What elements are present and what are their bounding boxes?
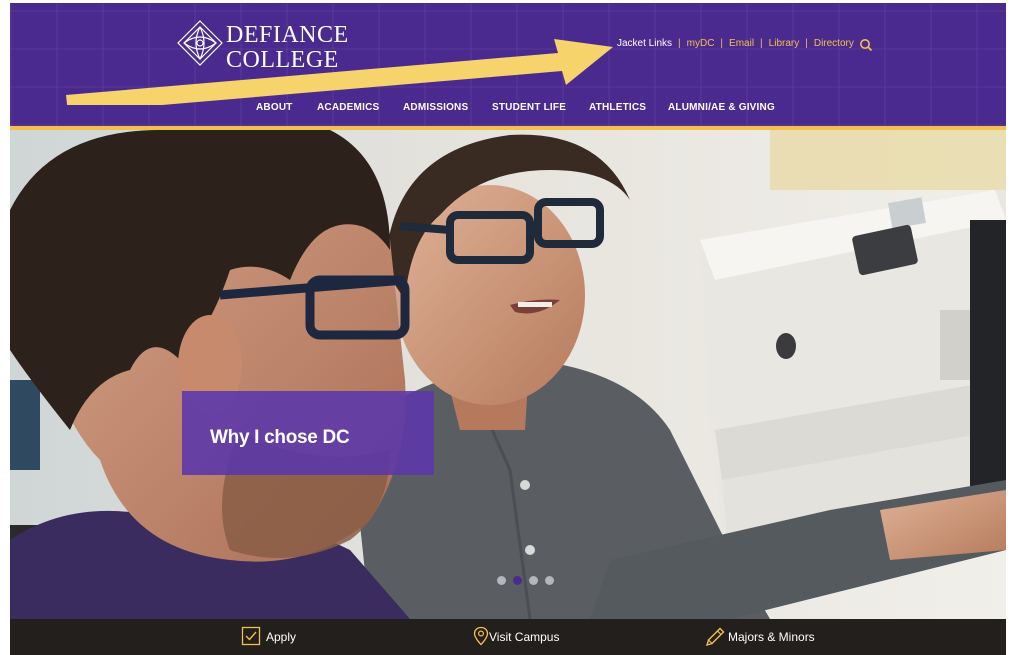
email-link[interactable]: Email <box>729 38 754 49</box>
utility-separator: | <box>805 38 808 49</box>
utility-separator: | <box>678 38 681 49</box>
utility-links: Jacket Links | myDC | Email | Library | Director… <box>617 38 854 49</box>
search-icon[interactable] <box>859 38 873 52</box>
slider-dot-1[interactable] <box>497 576 506 585</box>
visit-campus-label: Visit Campus <box>489 630 560 644</box>
annotation-arrow-icon <box>66 39 613 105</box>
nav-alumni-giving[interactable]: ALUMNI/AE & GIVING <box>668 102 775 113</box>
page: DEFIANCE COLLEGE Jacket Links | myDC | Email… <box>10 3 1006 655</box>
hero-caption-box[interactable]: Why I chose DC <box>182 391 434 475</box>
slider-dot-2[interactable] <box>513 576 522 585</box>
jacket-links-link[interactable]: Jacket Links <box>617 38 672 49</box>
mydc-link[interactable]: myDC <box>687 38 715 49</box>
slider-dot-3[interactable] <box>529 576 538 585</box>
quick-actions-bar: Apply Visit Campus Majors & Minors <box>10 619 1006 655</box>
apply-label: Apply <box>266 630 297 644</box>
check-box-icon <box>241 626 261 646</box>
hero-caption: Why I chose DC <box>210 427 350 448</box>
directory-link[interactable]: Directory <box>814 38 854 49</box>
hero-slider[interactable]: Why I chose DC <box>10 130 1006 619</box>
slider-dot-4[interactable] <box>545 576 554 585</box>
pencil-icon <box>705 627 725 647</box>
hero-photo <box>10 130 1006 619</box>
utility-separator: | <box>720 38 724 49</box>
library-link[interactable]: Library <box>769 38 800 49</box>
majors-minors-label: Majors & Minors <box>728 630 815 644</box>
map-pin-icon <box>473 626 489 646</box>
utility-separator: | <box>760 38 763 49</box>
